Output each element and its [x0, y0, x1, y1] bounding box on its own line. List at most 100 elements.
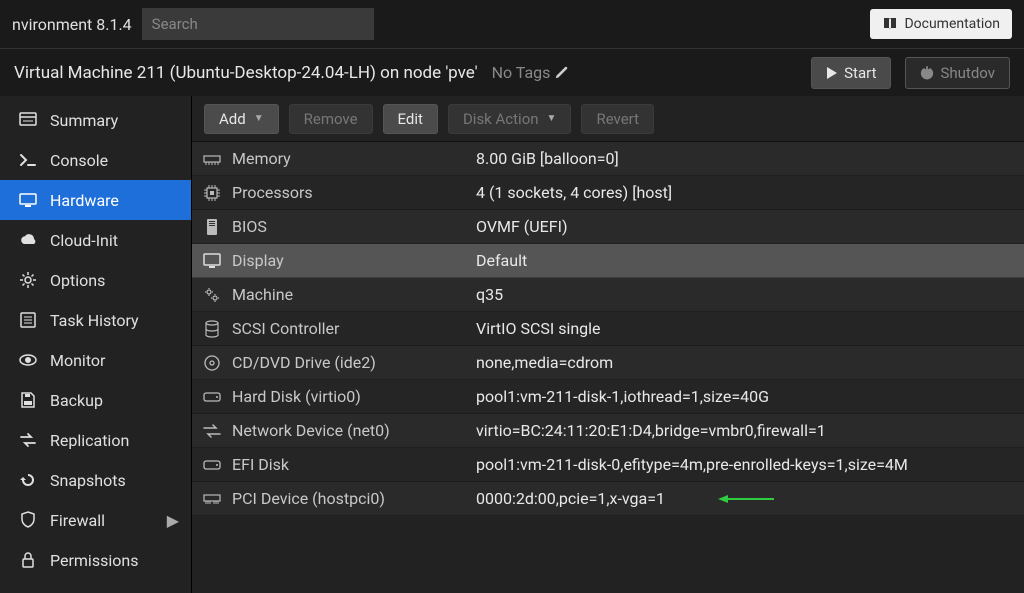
disc-icon	[192, 354, 232, 372]
sidebar-item-label: Hardware	[50, 191, 119, 210]
snapshots-icon	[18, 471, 38, 489]
replication-icon	[18, 431, 38, 449]
sidebar-item-label: Console	[50, 151, 108, 170]
sidebar-item-label: Task History	[50, 311, 139, 330]
backup-icon	[18, 391, 38, 409]
monitor-icon	[18, 351, 38, 369]
row-label: EFI Disk	[232, 455, 476, 474]
summary-icon	[18, 111, 38, 129]
disk-action-button[interactable]: Disk Action ▼	[448, 104, 572, 134]
sidebar-item-taskhistory[interactable]: Task History	[0, 300, 191, 340]
chevron-down-icon: ▼	[547, 113, 557, 124]
row-label: Hard Disk (virtio0)	[232, 387, 476, 406]
sidebar-item-summary[interactable]: Summary	[0, 100, 191, 140]
hardware-row[interactable]: PCI Device (hostpci0)0000:2d:00,pcie=1,x…	[192, 482, 1024, 516]
sidebar: Summary Console Hardware Cloud-Init Options T…	[0, 96, 192, 593]
sidebar-item-cloudinit[interactable]: Cloud-Init	[0, 220, 191, 260]
play-icon	[826, 66, 838, 80]
chevron-down-icon: ▼	[254, 113, 264, 124]
sidebar-item-label: Replication	[50, 431, 129, 450]
row-value: 4 (1 sockets, 4 cores) [host]	[476, 183, 1024, 202]
power-icon	[920, 66, 934, 80]
hardware-row[interactable]: SCSI ControllerVirtIO SCSI single	[192, 312, 1024, 346]
sidebar-item-options[interactable]: Options	[0, 260, 191, 300]
sidebar-item-backup[interactable]: Backup	[0, 380, 191, 420]
hardware-row[interactable]: DisplayDefault	[192, 244, 1024, 278]
db-icon	[192, 320, 232, 338]
shutdown-label: Shutdov	[940, 64, 995, 82]
sidebar-item-label: Snapshots	[50, 471, 126, 490]
gears-icon	[192, 286, 232, 304]
hardware-row[interactable]: EFI Diskpool1:vm-211-disk-0,efitype=4m,p…	[192, 448, 1024, 482]
row-label: CD/DVD Drive (ide2)	[232, 353, 476, 372]
row-value: OVMF (UEFI)	[476, 217, 1024, 236]
hardware-row[interactable]: BIOSOVMF (UEFI)	[192, 210, 1024, 244]
documentation-label: Documentation	[904, 16, 1000, 32]
sidebar-item-permissions[interactable]: Permissions	[0, 540, 191, 580]
row-value: q35	[476, 285, 1024, 304]
row-value: Default	[476, 251, 1024, 270]
search-input[interactable]	[142, 8, 374, 40]
hardware-rows: Memory8.00 GiB [balloon=0]Processors4 (1…	[192, 142, 1024, 593]
firewall-icon	[18, 511, 38, 529]
hardware-row[interactable]: CD/DVD Drive (ide2)none,media=cdrom	[192, 346, 1024, 380]
tags-area[interactable]: No Tags	[492, 63, 569, 82]
net-icon	[192, 424, 232, 438]
cloudinit-icon	[18, 231, 38, 249]
sidebar-item-monitor[interactable]: Monitor	[0, 340, 191, 380]
documentation-button[interactable]: Documentation	[870, 9, 1012, 39]
topbar: nvironment 8.1.4 Documentation	[0, 0, 1024, 48]
hardware-row[interactable]: Network Device (net0)virtio=BC:24:11:20:…	[192, 414, 1024, 448]
add-button[interactable]: Add ▼	[204, 104, 279, 134]
row-label: Machine	[232, 285, 476, 304]
hardware-row[interactable]: Hard Disk (virtio0)pool1:vm-211-disk-1,i…	[192, 380, 1024, 414]
row-label: Network Device (net0)	[232, 421, 476, 440]
row-label: Processors	[232, 183, 476, 202]
permissions-icon	[18, 551, 38, 569]
row-label: Display	[232, 251, 476, 270]
revert-button[interactable]: Revert	[581, 104, 654, 134]
content-area: Add ▼ Remove Edit Disk Action ▼ Revert M…	[192, 96, 1024, 593]
remove-button[interactable]: Remove	[289, 104, 373, 134]
sidebar-item-label: Permissions	[50, 551, 138, 570]
arrow-annotation	[716, 492, 776, 506]
hardware-row[interactable]: Machineq35	[192, 278, 1024, 312]
cpu-icon	[192, 184, 232, 202]
chevron-right-icon: ▶	[167, 511, 179, 530]
sidebar-item-replication[interactable]: Replication	[0, 420, 191, 460]
row-value: VirtIO SCSI single	[476, 319, 1024, 338]
sidebar-item-label: Monitor	[50, 351, 105, 370]
row-label: SCSI Controller	[232, 319, 476, 338]
sidebar-item-snapshots[interactable]: Snapshots	[0, 460, 191, 500]
vm-title: Virtual Machine 211 (Ubuntu-Desktop-24.0…	[14, 63, 478, 83]
row-value: none,media=cdrom	[476, 353, 1024, 372]
row-value: pool1:vm-211-disk-0,efitype=4m,pre-enrol…	[476, 455, 1024, 474]
hardware-icon	[18, 191, 38, 209]
edit-button[interactable]: Edit	[383, 104, 438, 134]
row-value: 0000:2d:00,pcie=1,x-vga=1	[476, 489, 1024, 508]
row-label: BIOS	[232, 217, 476, 236]
shutdown-button[interactable]: Shutdov	[905, 57, 1010, 89]
pencil-icon[interactable]	[554, 66, 568, 80]
version-label: nvironment 8.1.4	[12, 15, 132, 34]
sidebar-item-hardware[interactable]: Hardware	[0, 180, 191, 220]
sidebar-item-label: Options	[50, 271, 105, 290]
pci-icon	[192, 492, 232, 506]
console-icon	[18, 151, 38, 169]
display-icon	[192, 253, 232, 269]
row-label: PCI Device (hostpci0)	[232, 489, 476, 508]
sidebar-item-label: Cloud-Init	[50, 231, 118, 250]
sidebar-item-label: Summary	[50, 111, 118, 130]
row-value: 8.00 GiB [balloon=0]	[476, 149, 1024, 168]
sidebar-item-console[interactable]: Console	[0, 140, 191, 180]
book-icon	[882, 16, 898, 32]
row-value: virtio=BC:24:11:20:E1:D4,bridge=vmbr0,fi…	[476, 421, 1024, 440]
titlebar: Virtual Machine 211 (Ubuntu-Desktop-24.0…	[0, 48, 1024, 96]
sidebar-item-firewall[interactable]: Firewall▶	[0, 500, 191, 540]
hardware-row[interactable]: Memory8.00 GiB [balloon=0]	[192, 142, 1024, 176]
hardware-row[interactable]: Processors4 (1 sockets, 4 cores) [host]	[192, 176, 1024, 210]
hardware-toolbar: Add ▼ Remove Edit Disk Action ▼ Revert	[192, 96, 1024, 142]
start-button[interactable]: Start	[811, 57, 891, 89]
start-label: Start	[844, 64, 876, 82]
no-tags-label: No Tags	[492, 63, 551, 82]
